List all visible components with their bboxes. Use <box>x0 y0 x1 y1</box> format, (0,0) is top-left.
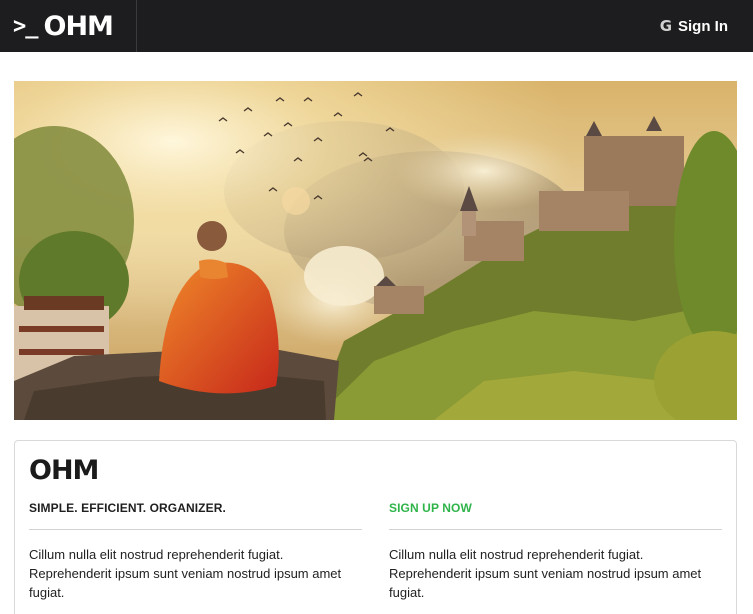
google-icon: G <box>659 17 672 35</box>
card-logo: OHM <box>29 455 99 486</box>
tagline-divider <box>29 529 362 530</box>
sign-in-button[interactable]: G Sign In <box>660 0 728 52</box>
hero-image <box>14 81 737 420</box>
tagline-text: Cillum nulla elit nostrud reprehenderit … <box>29 547 342 600</box>
sign-up-now-link[interactable]: SIGN UP NOW <box>389 500 722 516</box>
brand-home-link[interactable]: >_ OHM <box>0 0 137 52</box>
signup-text: Cillum nulla elit nostrud reprehenderit … <box>389 547 702 600</box>
meditating-monk-castle-image <box>14 81 737 420</box>
tagline-heading: SIMPLE. EFFICIENT. ORGANIZER. <box>29 501 226 515</box>
sign-in-label: Sign In <box>678 17 728 35</box>
brand-logo: OHM <box>43 10 114 42</box>
signup-column: SIGN UP NOW Cillum nulla elit nostrud re… <box>389 500 722 602</box>
tagline-column: SIMPLE. EFFICIENT. ORGANIZER. Cillum nul… <box>29 500 362 602</box>
terminal-prompt-icon: >_ <box>13 13 38 39</box>
info-card: OHM SIMPLE. EFFICIENT. ORGANIZER. Cillum… <box>14 440 737 614</box>
signup-divider <box>389 529 722 530</box>
top-navbar: >_ OHM G Sign In <box>0 0 753 52</box>
